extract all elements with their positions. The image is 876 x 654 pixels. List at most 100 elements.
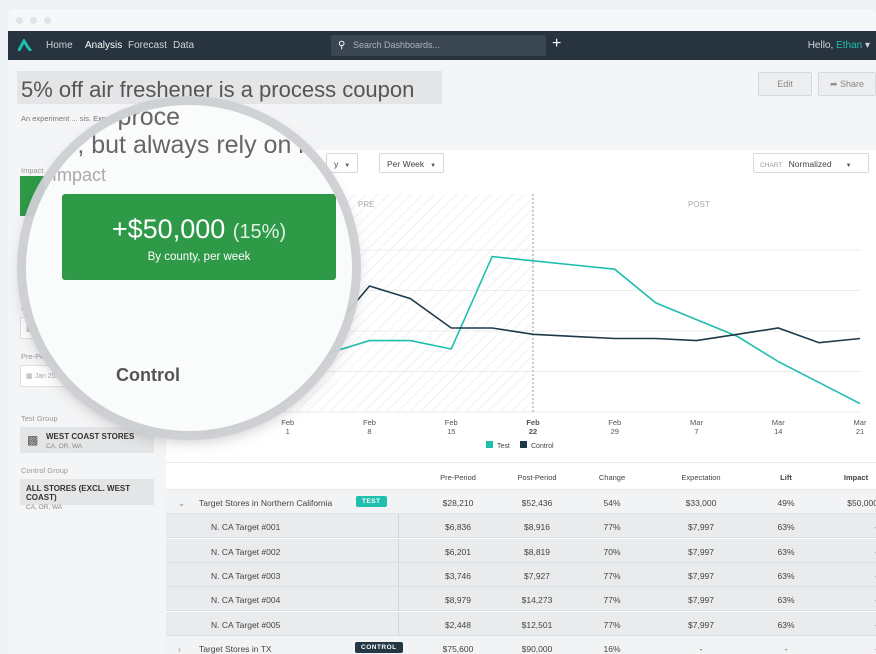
results-table: Pre-Period Post-Period Change Expectatio…: [166, 462, 876, 654]
table-cell: $50,000: [847, 498, 876, 508]
col-preperiod: Pre-Period: [440, 473, 476, 482]
table-cell: $7,997: [688, 570, 714, 581]
table-cell: 77%: [603, 619, 621, 630]
table-row[interactable]: N. CA Target #001 $6,836 $8,916 77% $7,997 63…: [166, 514, 876, 539]
row-name: N. CA Target #004: [211, 595, 281, 606]
x-tick-label: Feb: [445, 418, 458, 427]
table-cell: 70%: [603, 546, 621, 557]
table-cell: $33,000: [685, 498, 717, 508]
impact-value: +$50,000: [111, 214, 226, 244]
app-window: Home Analysis Forecast Data ⚲ Search Das…: [8, 9, 876, 654]
magnified-impact-heading: Impact: [52, 165, 107, 185]
control-group-card[interactable]: ALL STORES (EXCL. WEST COAST) CA, OR, WA: [20, 479, 154, 511]
table-cell: $3,746: [445, 570, 471, 581]
table-cell: $12,501: [521, 619, 553, 630]
row-name-cell: [166, 611, 399, 636]
x-tick-label: Feb: [281, 418, 294, 427]
table-cell: $14,273: [521, 595, 553, 606]
table-cell: $7,997: [688, 546, 714, 557]
table-cell: $52,436: [521, 498, 553, 508]
col-lift: Lift: [780, 473, 792, 482]
legend-label-test: Test: [497, 443, 510, 450]
table-cell: $7,927: [524, 570, 550, 581]
table-cell: $8,916: [524, 522, 550, 533]
magnified-title-2: ale, but always rely on r: [44, 131, 307, 159]
x-tick-label: 22: [529, 427, 537, 436]
group-type-badge: CONTROL: [355, 641, 403, 653]
chevron-right-icon[interactable]: ›: [178, 644, 181, 654]
control-group-name: ALL STORES (EXCL. WEST COAST): [26, 484, 131, 502]
table-group-row[interactable]: › Target Stores in TX CONTROL $75,600 $90,00…: [166, 635, 876, 654]
group-type-badge: TEST: [356, 496, 387, 507]
table-cell: -: [826, 644, 876, 654]
x-tick-label: 1: [286, 427, 290, 436]
table-cell: 49%: [777, 498, 795, 508]
table-cell: -: [826, 522, 876, 532]
region-label-post: POST: [688, 200, 710, 209]
table-cell: $28,210: [442, 498, 474, 508]
table-cell: -: [784, 643, 788, 654]
col-change: Change: [598, 473, 626, 482]
x-tick-label: Feb: [526, 418, 540, 427]
table-cell: $90,000: [521, 643, 553, 654]
x-tick-label: 29: [611, 427, 619, 436]
table-row[interactable]: N. CA Target #003 $3,746 $7,927 77% $7,997 63…: [166, 562, 876, 587]
impact-subtitle: By county, per week: [147, 251, 251, 263]
col-postperiod: Post-Period: [517, 473, 557, 482]
table-cell: $7,997: [688, 522, 714, 533]
row-name: Target Stores in Northern California: [199, 498, 333, 508]
table-cell: 63%: [777, 522, 795, 533]
table-cell: $8,979: [445, 595, 471, 606]
table-row[interactable]: N. CA Target #005 $2,448 $12,501 77% $7,997 6…: [166, 611, 876, 636]
table-cell: $2,448: [445, 619, 471, 630]
table-cell: 77%: [603, 595, 621, 606]
table-cell: 77%: [603, 522, 621, 533]
table-cell: 63%: [777, 570, 795, 581]
x-tick-label: 7: [694, 427, 698, 436]
row-name: Target Stores in TX: [199, 643, 272, 654]
x-tick-label: Feb: [608, 418, 621, 427]
region-label-pre: PRE: [358, 200, 374, 209]
chevron-down-icon[interactable]: ⌄: [178, 498, 185, 509]
x-tick-label: 14: [774, 427, 782, 436]
table-cell: 16%: [603, 643, 621, 654]
x-tick-label: 8: [367, 427, 371, 436]
magnified-control-text: Control: [116, 365, 180, 385]
col-impact: Impact: [843, 473, 869, 482]
table-cell: $8,819: [524, 546, 550, 557]
table-cell: -: [699, 643, 703, 654]
table-cell: -: [826, 547, 876, 557]
table-cell: $6,836: [445, 522, 471, 533]
table-row[interactable]: N. CA Target #004 $8,979 $14,273 77% $7,997 6…: [166, 587, 876, 612]
x-tick-label: Mar: [772, 418, 785, 427]
row-name: N. CA Target #005: [211, 619, 281, 630]
legend-swatch-control: [520, 441, 527, 448]
table-group-row[interactable]: ⌄ Target Stores in Northern California TES…: [166, 490, 876, 514]
magnifier-lens: ent is a proce ale, but always rely on r…: [26, 105, 352, 431]
table-cell: 77%: [603, 570, 621, 581]
table-cell: -: [826, 620, 876, 630]
row-name-cell: [166, 538, 399, 563]
legend-label-control: Control: [531, 443, 554, 450]
table-row[interactable]: N. CA Target #002 $6,201 $8,819 70% $7,997 63…: [166, 538, 876, 563]
table-cell: $7,997: [688, 595, 714, 606]
row-name: N. CA Target #003: [211, 570, 281, 581]
impact-card-magnified[interactable]: +$50,000 (15%) By county, per week: [62, 194, 336, 280]
x-tick-label: 15: [447, 427, 455, 436]
row-name: N. CA Target #002: [211, 546, 281, 557]
x-tick-label: Mar: [690, 418, 703, 427]
table-cell: $7,997: [688, 619, 714, 630]
table-cell: 63%: [777, 546, 795, 557]
table-cell: $6,201: [445, 546, 471, 557]
table-cell: -: [826, 595, 876, 605]
row-name-cell: [166, 514, 399, 539]
x-tick-label: 21: [856, 427, 864, 436]
x-tick-label: Mar: [854, 418, 867, 427]
row-name-cell: [166, 562, 399, 587]
table-cell: -: [826, 571, 876, 581]
x-tick-label: Feb: [363, 418, 376, 427]
table-cell: 63%: [777, 595, 795, 606]
row-name-cell: [166, 587, 399, 612]
table-cell: $75,600: [442, 643, 474, 654]
impact-value-line: +$50,000 (15%): [62, 214, 336, 245]
